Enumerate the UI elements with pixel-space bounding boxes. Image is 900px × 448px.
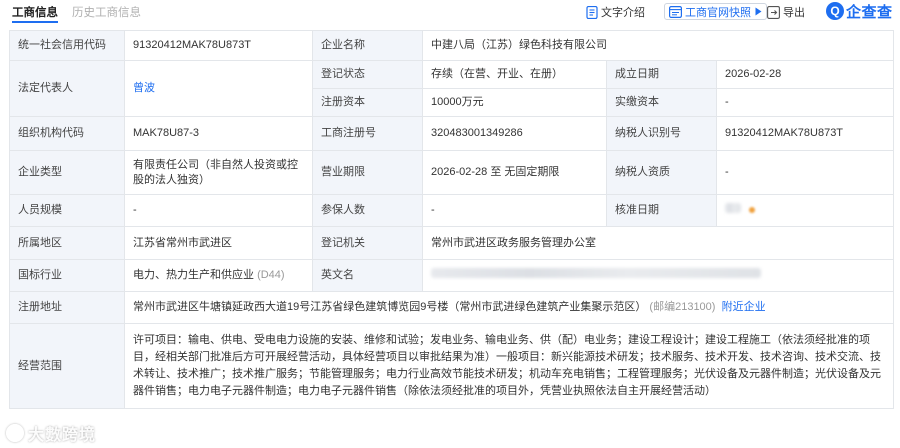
org-code-value: MAK78U87-3 xyxy=(124,116,313,151)
active-tab-indicator xyxy=(12,21,58,23)
founded-value: 2026-02-28 xyxy=(715,60,895,89)
play-arrow-icon xyxy=(755,7,762,16)
watermark: 大數跨境 xyxy=(6,421,96,445)
brand-name: 企查查 xyxy=(846,3,893,21)
blurred-value xyxy=(725,203,741,213)
business-term-label: 营业期限 xyxy=(312,150,423,195)
reg-authority-label: 登记机关 xyxy=(312,226,423,260)
taxpayer-id-label: 纳税人识别号 xyxy=(606,116,717,151)
reg-authority-value: 常州市武进区政务服务管理办公室 xyxy=(421,226,895,260)
text-intro-label: 文字介绍 xyxy=(601,7,645,19)
table-row: 统一社会信用代码 91320412MAK78U873T 企业名称 中建八局（江苏… xyxy=(9,30,895,61)
legal-rep-cell: 曾波 xyxy=(124,60,313,117)
nearby-companies-link[interactable]: 附近企业 xyxy=(722,301,766,313)
staff-size-label: 人员规模 xyxy=(9,194,125,227)
approval-date-label: 核准日期 xyxy=(606,194,717,227)
status-value: 存续（在营、开业、在册） xyxy=(422,60,607,89)
insured-label: 参保人数 xyxy=(312,194,423,227)
reg-capital-label: 注册资本 xyxy=(312,88,423,117)
table-row: 所属地区 江苏省常州市武进区 登记机关 常州市武进区政务服务管理办公室 xyxy=(9,226,895,260)
business-term-value: 2026-02-28 至 无固定期限 xyxy=(422,150,607,195)
paid-capital-value: - xyxy=(715,88,895,117)
export-label: 导出 xyxy=(783,7,805,19)
reg-no-label: 工商注册号 xyxy=(312,116,423,151)
english-name-value xyxy=(421,259,895,292)
industry-code: (D44) xyxy=(257,269,285,281)
company-name-value: 中建八局（江苏）绿色科技有限公司 xyxy=(421,30,895,61)
official-snapshot-label: 工商官网快照 xyxy=(685,6,751,19)
legal-rep-link[interactable]: 曾波 xyxy=(133,82,155,94)
company-type-label: 企业类型 xyxy=(9,150,125,195)
reg-no-value: 320483001349286 xyxy=(422,116,607,151)
org-code-label: 组织机构代码 xyxy=(9,116,125,151)
legal-rep-label: 法定代表人 xyxy=(9,60,125,117)
table-row: 企业类型 有限责任公司（非自然人投资或控股的法人独资） 营业期限 2026-02… xyxy=(9,150,895,195)
table-row: 法定代表人 曾波 登记状态 存续（在营、开业、在册） 成立日期 2026-02-… xyxy=(9,60,895,117)
blurred-english-name xyxy=(431,268,761,278)
table-row: 组织机构代码 MAK78U87-3 工商注册号 320483001349286 … xyxy=(9,116,895,151)
text-intro-button[interactable]: 文字介绍 xyxy=(586,4,645,20)
company-type-value: 有限责任公司（非自然人投资或控股的法人独资） xyxy=(124,150,313,195)
postcode: (邮编213100) xyxy=(649,301,716,313)
region-label: 所属地区 xyxy=(9,226,125,260)
credit-code-value: 91320412MAK78U873T xyxy=(124,30,313,61)
table-row: 经营范围 许可项目：输电、供电、受电电力设施的安装、维修和试验；发电业务、输电业… xyxy=(9,323,895,409)
taxpayer-qual-value: - xyxy=(715,150,895,195)
taxpayer-qual-label: 纳税人资质 xyxy=(606,150,717,195)
export-icon xyxy=(767,5,780,19)
qichacha-logo-icon: Q xyxy=(826,2,844,20)
staff-size-value: - xyxy=(124,194,313,227)
export-button[interactable]: 导出 xyxy=(767,4,805,20)
address-cell: 常州市武进区牛塘镇延政西大道19号江苏省绿色建筑博览园9号楼（常州市武进绿色建筑… xyxy=(123,291,895,324)
address-label: 注册地址 xyxy=(9,291,125,324)
table-row: 国标行业 电力、热力生产和供应业 (D44) 英文名 xyxy=(9,259,895,292)
official-snapshot-icon xyxy=(669,5,682,18)
taxpayer-id-value: 91320412MAK78U873T xyxy=(715,116,895,151)
top-bar: 工商信息 历史工商信息 文字介绍 工商官网快照 导出 Q 企查查 xyxy=(0,0,900,26)
industry-label: 国标行业 xyxy=(9,259,125,292)
credit-code-label: 统一社会信用代码 xyxy=(9,30,125,61)
paid-capital-label: 实缴资本 xyxy=(606,88,717,117)
lock-icon xyxy=(749,207,755,214)
scope-label: 经营范围 xyxy=(9,323,125,409)
table-row: 人员规模 - 参保人数 - 核准日期 xyxy=(9,194,895,227)
watermark-text: 大數跨境 xyxy=(28,427,97,444)
approval-date-value xyxy=(715,194,895,227)
business-info-table: 统一社会信用代码 91320412MAK78U873T 企业名称 中建八局（江苏… xyxy=(9,30,895,409)
official-snapshot-button[interactable]: 工商官网快照 xyxy=(664,3,767,20)
region-value: 江苏省常州市武进区 xyxy=(124,226,313,260)
table-row: 注册地址 常州市武进区牛塘镇延政西大道19号江苏省绿色建筑博览园9号楼（常州市武… xyxy=(9,291,895,324)
address-value: 常州市武进区牛塘镇延政西大道19号江苏省绿色建筑博览园9号楼（常州市武进绿色建筑… xyxy=(133,301,647,313)
founded-label: 成立日期 xyxy=(606,60,717,89)
text-doc-icon xyxy=(586,5,598,19)
scope-value: 许可项目：输电、供电、受电电力设施的安装、维修和试验；发电业务、输电业务、供（配… xyxy=(123,323,895,409)
qichacha-brand[interactable]: Q 企查查 xyxy=(826,0,893,22)
tab-business-info[interactable]: 工商信息 xyxy=(12,4,58,20)
industry-value: 电力、热力生产和供应业 xyxy=(133,269,254,281)
company-name-label: 企业名称 xyxy=(312,30,423,61)
reg-capital-value: 10000万元 xyxy=(422,88,607,117)
watermark-logo-icon xyxy=(6,424,24,442)
insured-value: - xyxy=(422,194,607,227)
tab-history-business-info[interactable]: 历史工商信息 xyxy=(72,4,141,20)
industry-cell: 电力、热力生产和供应业 (D44) xyxy=(124,259,313,292)
status-label: 登记状态 xyxy=(312,60,423,89)
english-name-label: 英文名 xyxy=(312,259,423,292)
